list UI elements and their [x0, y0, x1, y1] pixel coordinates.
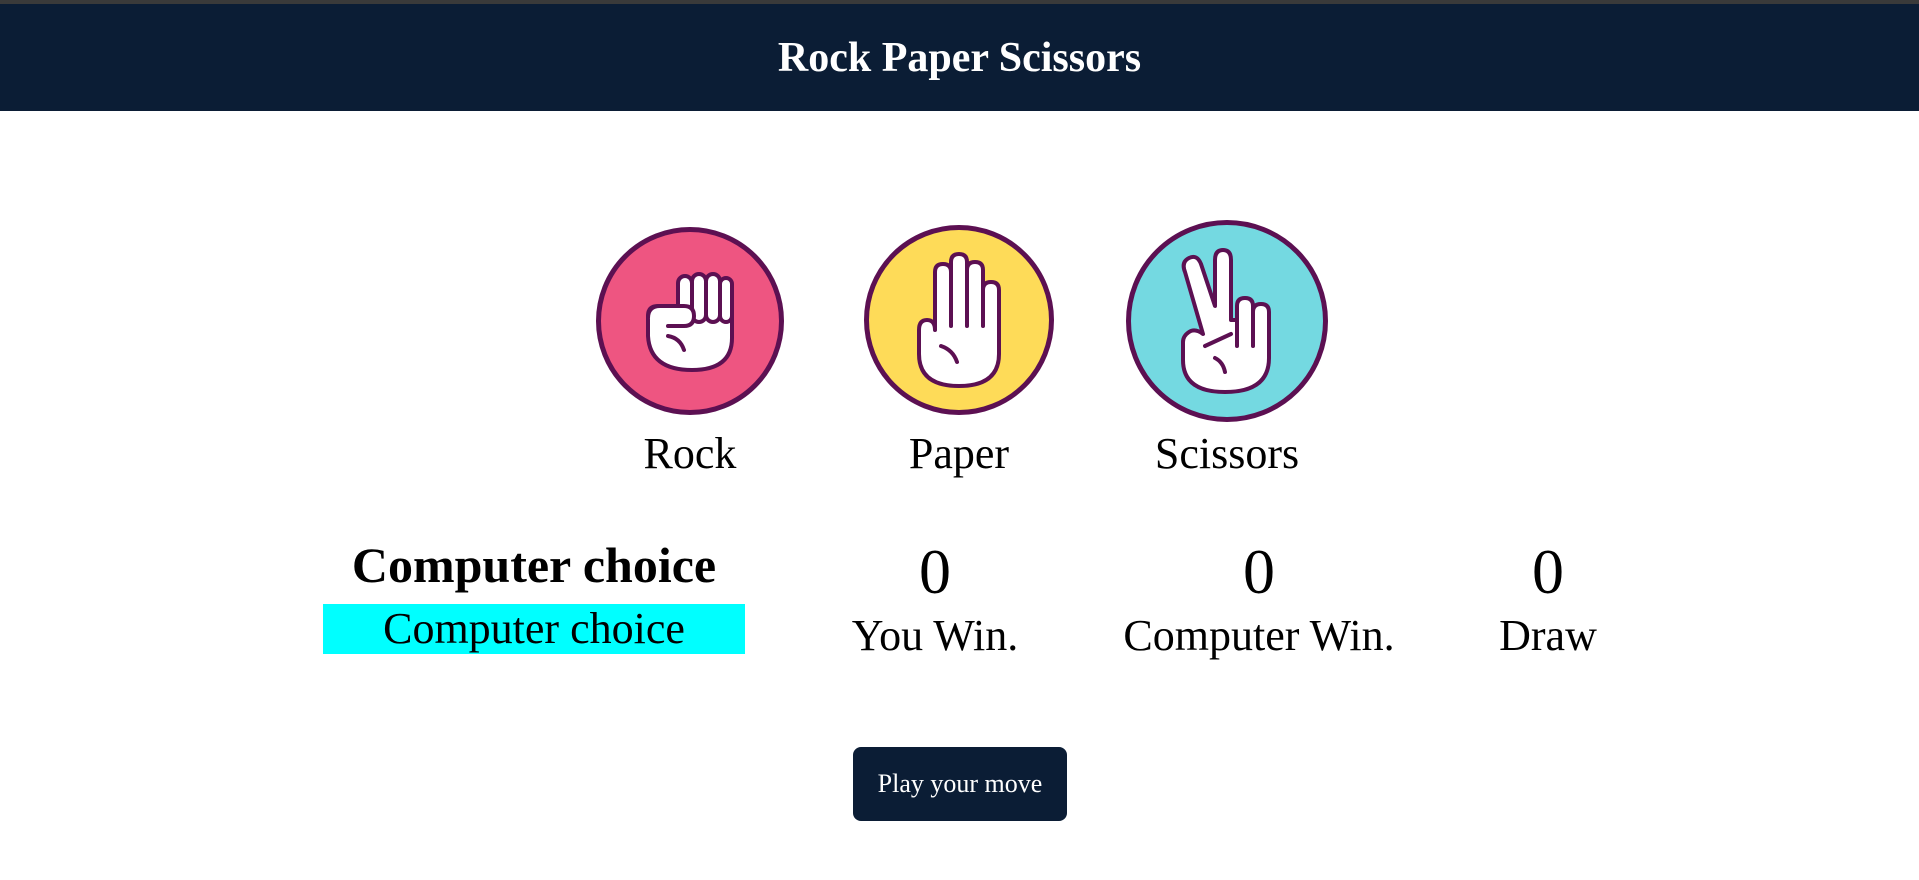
- scissors-label: Scissors: [1154, 429, 1300, 478]
- app-header: Rock Paper Scissors: [0, 4, 1919, 111]
- paper-hand-icon: [917, 252, 1001, 388]
- page-title: Rock Paper Scissors: [777, 34, 1142, 81]
- score-computer-win: 0 Computer Win.: [1099, 540, 1419, 658]
- draw-count: 0: [1532, 536, 1564, 607]
- score-draw: 0 Draw: [1388, 540, 1708, 658]
- paper-label: Paper: [908, 429, 1010, 478]
- computer-choice-value: Computer choice: [323, 604, 745, 654]
- you-win-count: 0: [919, 536, 951, 607]
- computer-win-count: 0: [1243, 536, 1275, 607]
- paper-circle[interactable]: [864, 225, 1054, 415]
- score-you-win: 0 You Win.: [775, 540, 1095, 658]
- rock-circle[interactable]: [596, 227, 784, 415]
- scissors-hand-icon: [1181, 248, 1271, 394]
- draw-label: Draw: [1499, 611, 1597, 660]
- rock-hand-icon: [646, 272, 734, 372]
- computer-choice-panel: Computer choice Computer choice: [323, 540, 745, 654]
- computer-win-label: Computer Win.: [1123, 611, 1395, 660]
- paper-option[interactable]: Paper: [864, 225, 1054, 476]
- rock-label: Rock: [643, 429, 737, 478]
- play-move-button[interactable]: Play your move: [853, 747, 1067, 821]
- computer-choice-heading: Computer choice: [351, 537, 717, 593]
- you-win-label: You Win.: [851, 611, 1019, 660]
- scissors-circle[interactable]: [1126, 220, 1328, 422]
- rock-option[interactable]: Rock: [596, 227, 784, 476]
- scissors-option[interactable]: Scissors: [1126, 220, 1328, 476]
